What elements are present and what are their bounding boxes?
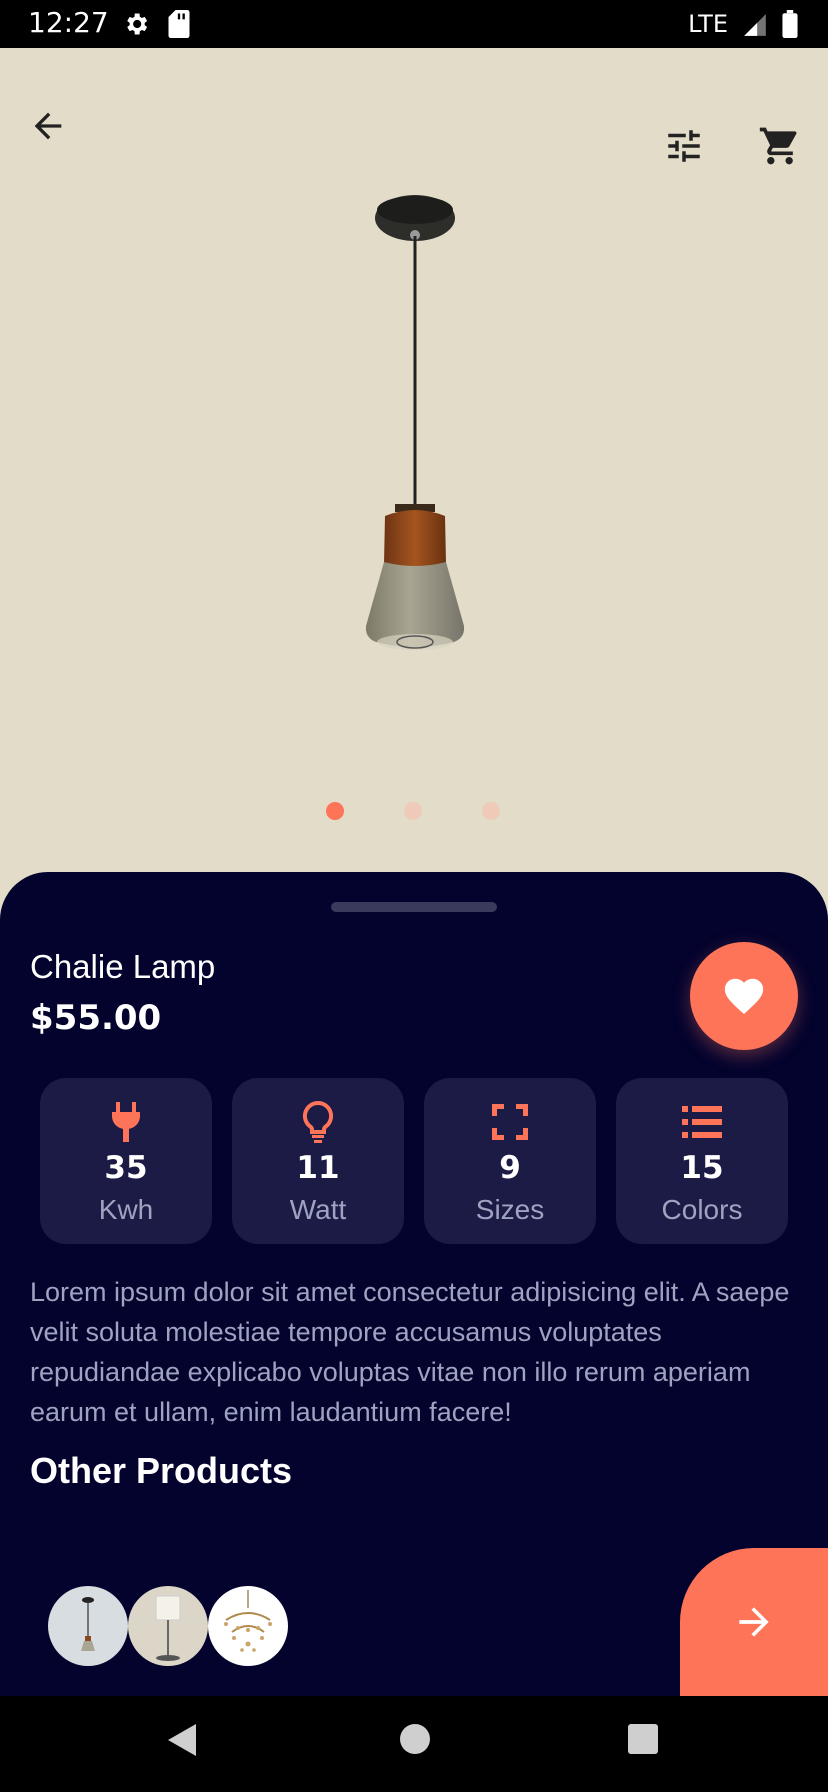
tune-filter-icon (668, 130, 700, 162)
system-navigation-bar (0, 1696, 828, 1792)
carousel-indicator (0, 802, 828, 822)
spec-value: 9 (499, 1150, 521, 1186)
sd-card-icon (168, 10, 190, 38)
spec-card-watt[interactable]: 11 Watt (232, 1078, 404, 1244)
chandelier-thumbnail (224, 1590, 272, 1652)
plug-icon (112, 1102, 140, 1142)
status-time: 12:27 (28, 6, 109, 39)
spec-label: Colors (661, 1194, 743, 1225)
fullscreen-frame-icon (492, 1104, 528, 1140)
filter-button[interactable] (656, 118, 712, 174)
other-products-title: Other Products (30, 1450, 293, 1491)
signal-icon (744, 14, 766, 36)
spec-card-colors[interactable]: 15 Colors (616, 1078, 788, 1244)
status-bar: 12:27 LTE (0, 0, 828, 48)
lightbulb-icon (302, 1100, 334, 1143)
back-arrow-icon (34, 112, 62, 140)
carousel-dot[interactable] (404, 802, 422, 820)
cart-button[interactable] (752, 118, 808, 174)
nav-back-icon[interactable] (166, 1722, 198, 1758)
back-button[interactable] (20, 98, 76, 154)
gear-icon (127, 13, 148, 35)
spec-value: 11 (296, 1150, 340, 1186)
pendant-lamp-thumbnail (81, 1597, 95, 1651)
battery-icon (782, 10, 798, 38)
list-icon (682, 1106, 722, 1138)
heart-icon (724, 978, 764, 1015)
spec-label: Watt (289, 1194, 347, 1225)
carousel-dot[interactable] (326, 802, 344, 820)
network-type: LTE (688, 10, 728, 38)
product-price: $55.00 (30, 998, 162, 1038)
sheet-drag-handle[interactable] (331, 902, 497, 912)
spec-card-kwh[interactable]: 35 Kwh (40, 1078, 212, 1244)
other-product-thumbnail[interactable] (208, 1586, 288, 1666)
product-details-sheet: Chalie Lamp $55.00 35 Kwh 11 Watt 9 Size… (0, 872, 828, 1696)
product-name: Chalie Lamp (30, 948, 216, 985)
arrow-right-icon (739, 1607, 769, 1637)
carousel-dot[interactable] (482, 802, 500, 820)
spec-label: Kwh (98, 1194, 154, 1225)
other-product-thumbnail[interactable] (128, 1586, 208, 1666)
nav-recents-icon[interactable] (628, 1724, 658, 1754)
next-button[interactable] (680, 1548, 828, 1696)
other-product-thumbnail[interactable] (48, 1586, 128, 1666)
pendant-lamp-image (365, 195, 465, 650)
product-description: Lorem ipsum dolor sit amet consectetur a… (30, 1277, 790, 1427)
nav-home-icon[interactable] (400, 1724, 430, 1754)
spec-value: 15 (680, 1150, 724, 1186)
floor-lamp-thumbnail (155, 1595, 181, 1661)
shopping-cart-icon (759, 127, 797, 165)
favorite-button[interactable] (690, 942, 798, 1050)
spec-card-sizes[interactable]: 9 Sizes (424, 1078, 596, 1244)
spec-label: Sizes (475, 1194, 545, 1225)
spec-value: 35 (104, 1150, 148, 1186)
